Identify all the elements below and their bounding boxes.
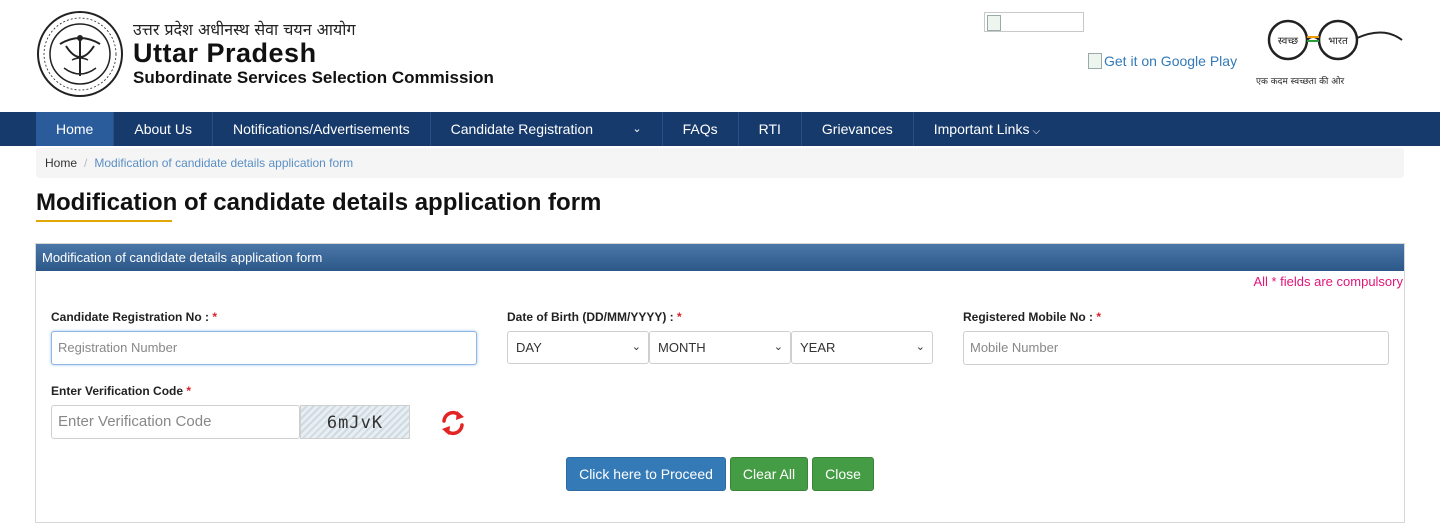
captcha-image: 6mJvK bbox=[300, 405, 410, 439]
broken-image-icon bbox=[1088, 53, 1102, 69]
dob-label-text: Date of Birth (DD/MM/YYYY) : bbox=[507, 310, 677, 324]
close-button[interactable]: Close bbox=[812, 457, 874, 491]
required-mark: * bbox=[186, 384, 192, 398]
refresh-icon[interactable] bbox=[438, 408, 468, 438]
mobile-label: Registered Mobile No : * bbox=[963, 310, 1101, 324]
swachh-bharat-logo: स्वच्छ भारत एक कदम स्वच्छता की ओर bbox=[1256, 19, 1403, 87]
nav-important-links-label: Important Links bbox=[933, 121, 1030, 137]
mobile-label-text: Registered Mobile No : bbox=[963, 310, 1097, 324]
dob-year-value: YEAR bbox=[800, 340, 836, 355]
org-subtitle: Subordinate Services Selection Commissio… bbox=[133, 68, 494, 87]
form-panel: Modification of candidate details applic… bbox=[35, 243, 1405, 523]
org-name-hindi: उत्तर प्रदेश अधीनस्थ सेवा चयन आयोग bbox=[133, 20, 356, 39]
nav-important-links[interactable]: Important Links ⌵ bbox=[914, 112, 1060, 146]
swachh-text-right: भारत bbox=[1328, 36, 1348, 47]
nav-candidate-registration[interactable]: Candidate Registration ⌄ bbox=[431, 112, 663, 146]
google-play-alt-text: Get it on Google Play bbox=[1104, 53, 1238, 69]
verification-label-text: Enter Verification Code bbox=[51, 384, 187, 398]
breadcrumb: Home / Modification of candidate details a… bbox=[36, 148, 1404, 178]
dob-month-value: MONTH bbox=[658, 340, 706, 355]
verification-code-input[interactable]: Enter Verification Code bbox=[51, 405, 300, 439]
upsssc-emblem-logo[interactable] bbox=[36, 10, 124, 98]
registration-label: Candidate Registration No : * bbox=[51, 310, 217, 324]
nav-home[interactable]: Home bbox=[36, 112, 115, 146]
chevron-down-icon: ⌄ bbox=[915, 341, 925, 353]
dob-day-value: DAY bbox=[516, 340, 542, 355]
chevron-down-icon: ⌵ bbox=[1032, 126, 1041, 137]
dob-month-select[interactable]: MONTH ⌄ bbox=[649, 331, 791, 364]
compulsory-note: All * fields are compulsory bbox=[1253, 274, 1403, 289]
required-mark: * bbox=[677, 310, 682, 324]
proceed-button[interactable]: Click here to Proceed bbox=[566, 457, 726, 491]
nav-faqs[interactable]: FAQs bbox=[663, 112, 739, 146]
nav-about-us[interactable]: About Us bbox=[114, 112, 213, 146]
dob-year-select[interactable]: YEAR ⌄ bbox=[791, 331, 933, 364]
verification-label: Enter Verification Code * bbox=[51, 384, 191, 398]
org-title: Uttar Pradesh bbox=[133, 38, 317, 68]
required-mark: * bbox=[1096, 310, 1102, 324]
nav-rti[interactable]: RTI bbox=[739, 112, 802, 146]
broken-image-placeholder bbox=[984, 12, 1084, 32]
dob-label: Date of Birth (DD/MM/YYYY) : * bbox=[507, 310, 682, 324]
clear-all-button[interactable]: Clear All bbox=[730, 457, 808, 491]
registration-label-text: Candidate Registration No : bbox=[51, 310, 213, 324]
dob-day-select[interactable]: DAY ⌄ bbox=[507, 331, 649, 364]
title-underline bbox=[36, 220, 172, 222]
mobile-number-input[interactable]: Mobile Number bbox=[963, 331, 1389, 365]
chevron-down-icon: ⌄ bbox=[773, 341, 783, 353]
swachh-tagline: एक कदम स्वच्छता की ओर bbox=[1256, 75, 1344, 87]
main-nav: Home About Us Notifications/Advertisemen… bbox=[0, 112, 1440, 146]
registration-number-input[interactable]: Registration Number bbox=[51, 331, 477, 365]
breadcrumb-separator: / bbox=[84, 156, 88, 170]
breadcrumb-home[interactable]: Home bbox=[45, 156, 77, 170]
page-title: Modification of candidate details applic… bbox=[36, 189, 602, 216]
chevron-down-icon: ⌄ bbox=[632, 123, 642, 135]
required-mark: * bbox=[212, 310, 218, 324]
google-play-link[interactable]: Get it on Google Play bbox=[1088, 53, 1237, 69]
nav-candidate-registration-label: Candidate Registration bbox=[450, 121, 594, 137]
chevron-down-icon: ⌄ bbox=[631, 341, 641, 353]
nav-grievances[interactable]: Grievances bbox=[802, 112, 914, 146]
nav-notifications[interactable]: Notifications/Advertisements bbox=[213, 112, 431, 146]
site-header: उत्तर प्रदेश अधीनस्थ सेवा चयन आयोग Uttar… bbox=[0, 0, 1440, 112]
breadcrumb-current: Modification of candidate details applic… bbox=[94, 156, 354, 170]
swachh-text-left: स्वच्छ bbox=[1278, 36, 1298, 47]
panel-title: Modification of candidate details applic… bbox=[36, 244, 1404, 271]
